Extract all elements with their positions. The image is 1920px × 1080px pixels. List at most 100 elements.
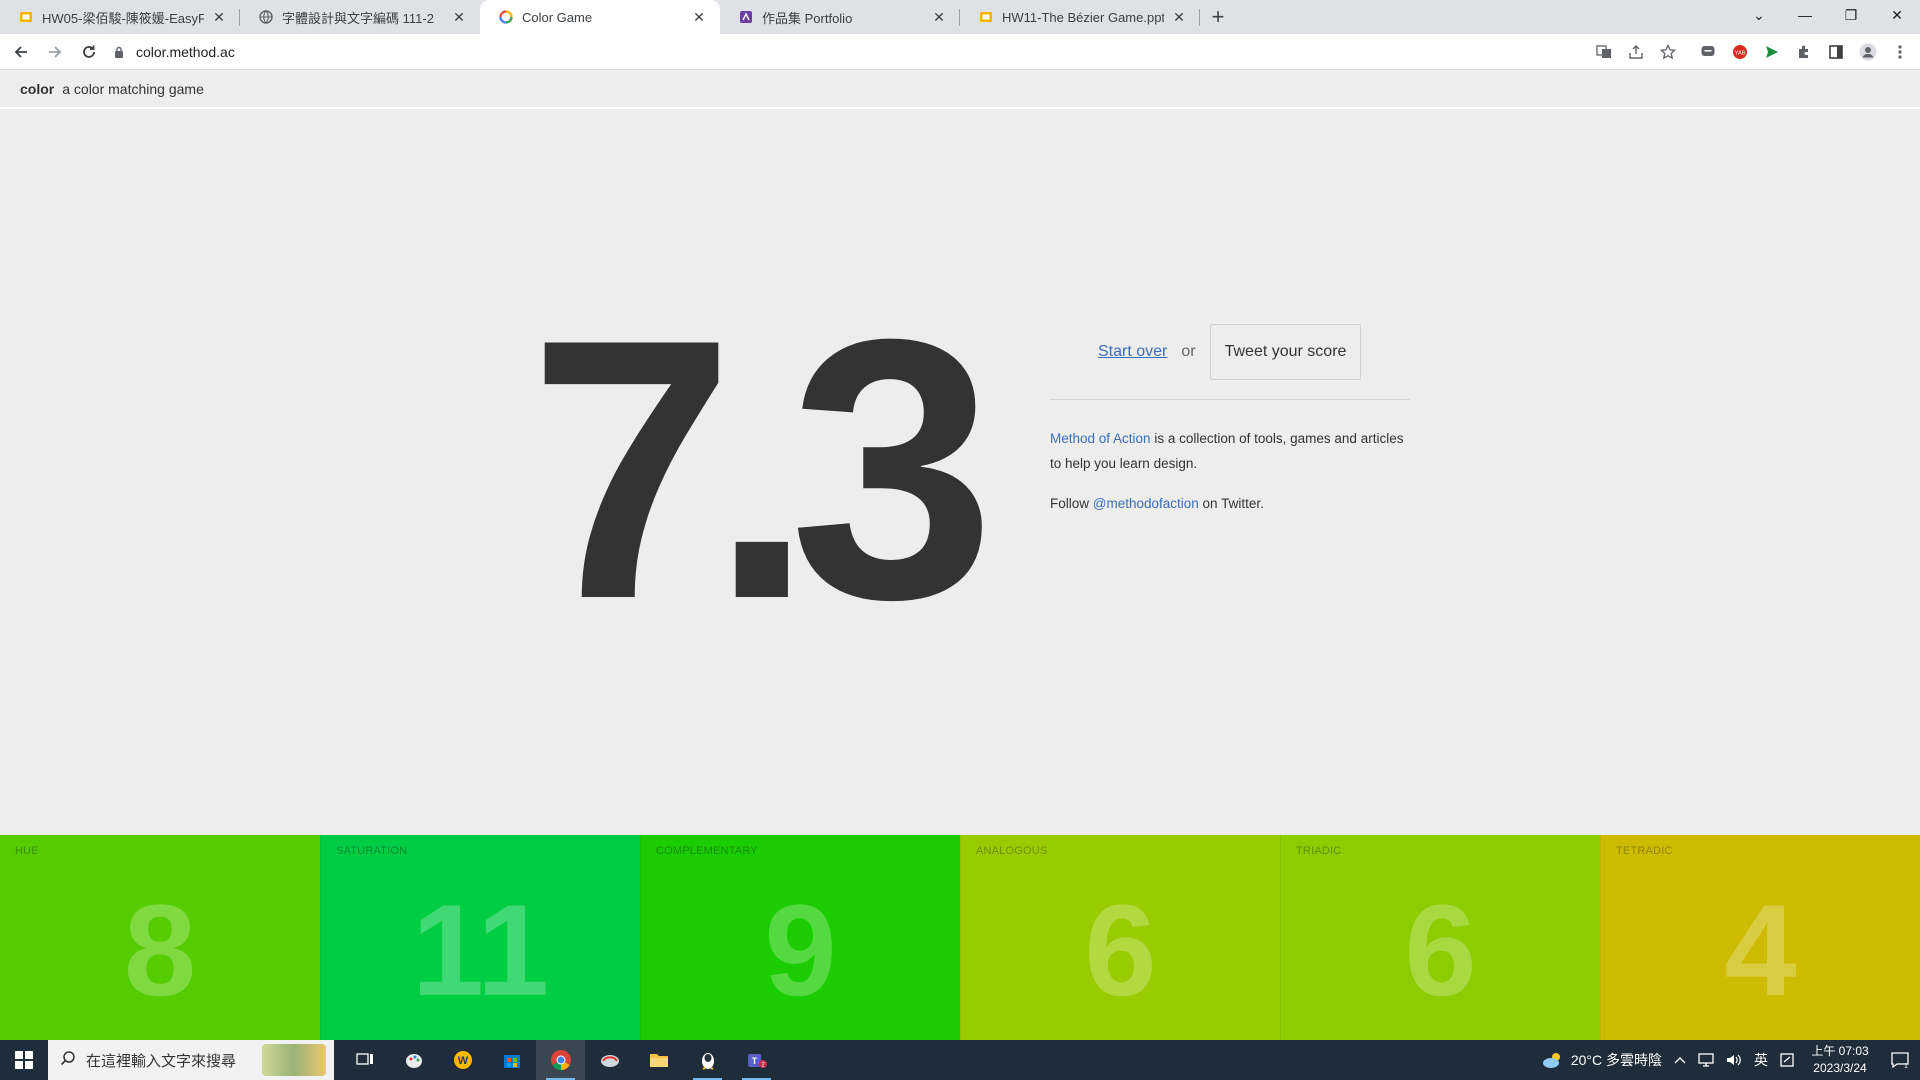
file-explorer-icon[interactable] [634,1040,683,1080]
notification-center-icon[interactable]: 1 [1880,1040,1920,1080]
chrome-app-icon[interactable] [536,1040,585,1080]
ime-mode-icon[interactable] [1774,1053,1800,1067]
svg-text:W: W [457,1055,468,1067]
site-tagline: a color matching game [62,81,204,97]
slides-icon [978,9,994,25]
about-text: Method of Action is a collection of tool… [1050,426,1410,476]
result-score: 6 [1404,877,1477,1023]
reload-icon [83,45,95,58]
teams-app-icon[interactable]: T2 [732,1040,781,1080]
tab-title: HW11-The Bézier Game.pptx - [1002,9,1164,25]
result-label: COMPLEMENTARY [656,845,758,857]
weather-widget[interactable]: 20°C 多雲時陰 [1535,1050,1668,1070]
close-tab-icon[interactable]: ✕ [210,8,228,26]
notification-count: 1 [1904,1063,1908,1069]
network-icon[interactable] [1692,1053,1720,1067]
share-icon[interactable] [1620,38,1652,66]
result-label: TRIADIC [1296,845,1342,857]
windows-taskbar: 在這裡輸入文字來搜尋 W T2 20°C 多雲時陰 英 上午 07:03 202… [0,1040,1920,1080]
results-bar: HUE 8 SATURATION 11 COMPLEMENTARY 9 ANAL… [0,835,1920,1040]
site-logo[interactable]: color [20,81,54,97]
result-score: 6 [1084,877,1157,1023]
show-hidden-icons-chevron-icon[interactable] [1668,1055,1692,1065]
profile-avatar-icon[interactable] [1852,38,1884,66]
back-arrow-icon [14,45,27,58]
lock-icon [112,45,126,59]
task-view-icon[interactable] [340,1040,389,1080]
site-header: color a color matching game [0,71,1920,109]
result-label: TETRADIC [1616,845,1673,857]
browser-tab-strip: HW05-梁佰駿-陳筱媛-EasyFont ✕ 字體設計與文字編碼 111-2 … [0,0,1920,34]
penguin-app-icon[interactable] [683,1040,732,1080]
yab-extension-icon[interactable]: YAB [1724,38,1756,66]
clock-date: 2023/3/24 [1813,1061,1867,1075]
color-wheel-icon [498,9,514,25]
weather-text: 20°C 多雲時陰 [1570,1052,1662,1068]
restore-button[interactable]: ❐ [1828,0,1874,30]
translate-icon[interactable] [1588,38,1620,66]
score-actions: Start over or Tweet your score [1050,323,1410,381]
search-placeholder: 在這裡輸入文字來搜尋 [86,1052,237,1070]
follow-prefix: Follow [1050,496,1093,511]
close-tab-icon[interactable]: ✕ [930,8,948,26]
cloud-app-icon[interactable] [585,1040,634,1080]
back-button[interactable] [6,37,36,67]
result-hue: HUE 8 [0,835,320,1040]
tweet-score-button[interactable]: Tweet your score [1209,324,1362,380]
input-method-indicator[interactable]: 英 [1748,1050,1774,1070]
url-text: color.method.ac [136,44,235,60]
final-score: 7.3 [528,263,995,676]
follow-suffix: on Twitter. [1198,496,1264,511]
tab-title: 字體設計與文字編碼 111-2 [282,10,434,26]
browser-tab[interactable]: 作品集 Portfolio ✕ [720,0,960,34]
norton-app-icon[interactable]: W [438,1040,487,1080]
result-triadic: TRIADIC 6 [1280,835,1600,1040]
send-extension-icon[interactable] [1756,38,1788,66]
close-tab-icon[interactable]: ✕ [450,8,468,26]
twitter-handle-link[interactable]: @methodofaction [1093,496,1199,511]
new-tab-button[interactable]: + [1200,0,1236,34]
kebab-menu-icon[interactable] [1884,38,1916,66]
close-window-button[interactable]: ✕ [1874,0,1920,30]
start-button[interactable] [0,1040,48,1080]
tab-title: Color Game [522,9,593,25]
result-tetradic: TETRADIC 4 [1600,835,1920,1040]
chat-extension-icon[interactable] [1692,38,1724,66]
browser-tab[interactable]: 字體設計與文字編碼 111-2 ✕ [240,0,480,34]
start-over-link[interactable]: Start over [1098,343,1167,361]
search-highlight-image [262,1044,326,1076]
method-of-action-link[interactable]: Method of Action [1050,431,1151,446]
tab-search-icon[interactable]: ⌄ [1736,0,1782,30]
close-tab-icon[interactable]: ✕ [690,8,708,26]
address-bar[interactable]: color.method.ac [112,38,1582,66]
microsoft-store-icon[interactable] [487,1040,536,1080]
divider [1050,399,1410,400]
browser-toolbar: color.method.ac YAB [0,34,1920,70]
result-score: 11 [411,877,550,1023]
taskbar-search[interactable]: 在這裡輸入文字來搜尋 [48,1040,334,1080]
browser-tab[interactable]: HW11-The Bézier Game.pptx - ✕ [960,0,1200,34]
side-panel-icon[interactable] [1820,38,1852,66]
toolbar-icons: YAB [1588,38,1916,66]
close-tab-icon[interactable]: ✕ [1170,8,1188,26]
cloudy-weather-icon [1542,1053,1560,1068]
browser-tab-active[interactable]: Color Game ✕ [480,0,720,34]
volume-icon[interactable] [1720,1053,1748,1067]
forward-button[interactable] [40,37,70,67]
window-controls: ⌄ — ❐ ✕ [1736,0,1920,30]
result-score: 4 [1724,877,1797,1023]
reload-button[interactable] [74,37,104,67]
minimize-button[interactable]: — [1782,0,1828,30]
bookmark-star-icon[interactable] [1652,38,1684,66]
portfolio-icon [738,9,754,25]
system-tray: 20°C 多雲時陰 英 上午 07:03 2023/3/24 1 [1535,1040,1920,1080]
follow-text: Follow @methodofaction on Twitter. [1050,492,1410,516]
browser-tab[interactable]: HW05-梁佰駿-陳筱媛-EasyFont ✕ [0,0,240,34]
extensions-puzzle-icon[interactable] [1788,38,1820,66]
result-saturation: SATURATION 11 [320,835,640,1040]
taskbar-clock[interactable]: 上午 07:03 2023/3/24 [1800,1043,1880,1077]
svg-text:T: T [751,1056,757,1066]
result-label: ANALOGOUS [976,845,1048,857]
globe-icon [258,9,274,25]
paint-app-icon[interactable] [389,1040,438,1080]
